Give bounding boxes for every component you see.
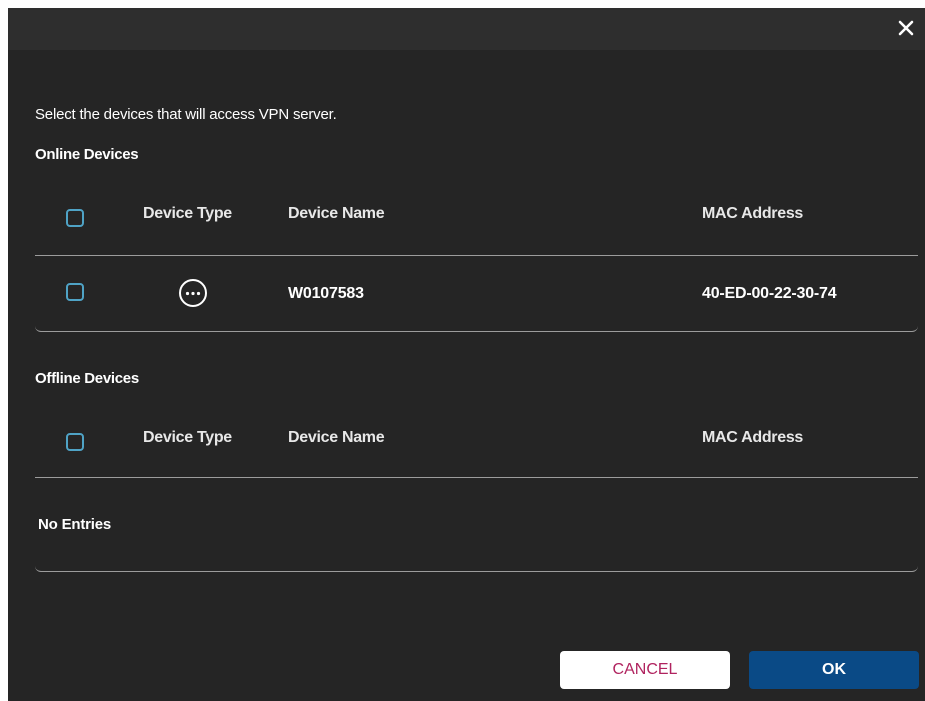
- more-horizontal-circle-icon: [179, 279, 207, 307]
- online-row-mac-address: 40-ED-00-22-30-74: [702, 285, 837, 302]
- dialog-title-bar: [8, 8, 925, 50]
- ok-button[interactable]: OK: [749, 651, 919, 689]
- close-button[interactable]: [893, 15, 919, 43]
- online-header-device-type: Device Type: [143, 205, 232, 222]
- offline-select-all-checkbox[interactable]: [66, 433, 84, 451]
- offline-header-device-name: Device Name: [288, 429, 385, 446]
- intro-text: Select the devices that will access VPN …: [35, 106, 337, 123]
- online-select-all-checkbox[interactable]: [66, 209, 84, 227]
- online-row-device-name: W0107583: [288, 285, 364, 302]
- cancel-button[interactable]: CANCEL: [560, 651, 730, 689]
- online-row-checkbox[interactable]: [66, 283, 84, 301]
- online-devices-title: Online Devices: [35, 146, 139, 163]
- offline-devices-table: [35, 477, 918, 572]
- close-icon: [898, 20, 914, 36]
- vpn-device-dialog: Select the devices that will access VPN …: [8, 8, 925, 701]
- online-header-device-name: Device Name: [288, 205, 385, 222]
- offline-header-device-type: Device Type: [143, 429, 232, 446]
- offline-devices-title: Offline Devices: [35, 370, 139, 387]
- offline-header-mac-address: MAC Address: [702, 429, 804, 446]
- online-header-mac-address: MAC Address: [702, 205, 804, 222]
- no-entries-text: No Entries: [38, 516, 112, 533]
